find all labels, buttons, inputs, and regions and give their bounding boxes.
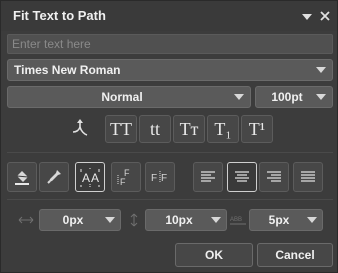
small-caps-button[interactable]: Tт xyxy=(173,115,205,143)
chevron-down-icon xyxy=(316,67,326,73)
panel-menu-icon[interactable] xyxy=(301,10,313,22)
font-size-value: 100pt xyxy=(271,90,303,104)
align-justify-icon xyxy=(300,170,316,184)
align-center-icon xyxy=(234,170,250,184)
svg-text:F: F xyxy=(161,173,167,184)
align-justify-button[interactable] xyxy=(293,162,323,192)
divider xyxy=(7,199,333,200)
fill-color-button[interactable] xyxy=(7,162,37,192)
fit-text-to-path-panel: Fit Text to Path Enter text here Times N… xyxy=(0,0,338,273)
subscript-button[interactable]: T₁ xyxy=(207,115,239,143)
superscript-button[interactable]: T¹ xyxy=(241,115,273,143)
line-spacing-button[interactable]: F F xyxy=(111,162,141,192)
text-input-placeholder: Enter text here xyxy=(12,37,91,51)
flip-on-path-icon[interactable] xyxy=(69,117,91,139)
superscript-label: T¹ xyxy=(248,118,266,139)
all-caps-label: TT xyxy=(110,118,132,139)
chevron-down-icon xyxy=(211,217,221,223)
cancel-button[interactable]: Cancel xyxy=(257,243,333,267)
chevron-down-icon xyxy=(105,217,115,223)
align-center-button[interactable] xyxy=(227,162,257,192)
title-bar: Fit Text to Path xyxy=(1,1,337,31)
chevron-down-icon xyxy=(307,217,317,223)
align-right-button[interactable] xyxy=(259,162,289,192)
letter-spacing-icon: A A xyxy=(79,166,101,188)
line-spacing-icon: F F xyxy=(115,166,137,188)
chevron-down-icon xyxy=(234,94,244,100)
horizontal-offset-icon xyxy=(17,213,35,227)
stroke-color-button[interactable] xyxy=(39,162,69,192)
kerning-icon: F F xyxy=(149,166,171,188)
svg-text:F: F xyxy=(151,173,157,184)
ok-label: OK xyxy=(205,248,223,262)
chevron-down-icon xyxy=(316,94,326,100)
vertical-offset-field[interactable]: 10px xyxy=(145,209,227,231)
subscript-label: T₁ xyxy=(214,118,232,139)
letter-spacing-button[interactable]: A A xyxy=(75,162,105,192)
font-family-select[interactable]: Times New Roman xyxy=(7,59,333,81)
font-style-select[interactable]: Normal xyxy=(7,86,251,108)
svg-text:F: F xyxy=(120,177,126,187)
horizontal-offset-field[interactable]: 0px xyxy=(39,209,121,231)
svg-text:A: A xyxy=(82,171,90,185)
letter-spacing-field[interactable]: 5px xyxy=(249,209,323,231)
all-caps-button[interactable]: TT xyxy=(105,115,137,143)
ok-button[interactable]: OK xyxy=(175,243,253,267)
align-left-button[interactable] xyxy=(193,162,223,192)
svg-text:A: A xyxy=(91,171,99,185)
letter-spacing-value: 5px xyxy=(268,213,290,227)
eyedropper-icon xyxy=(45,168,63,186)
close-icon[interactable] xyxy=(319,9,331,21)
small-caps-label: Tт xyxy=(179,118,199,139)
font-size-select[interactable]: 100pt xyxy=(255,86,333,108)
divider xyxy=(7,152,333,153)
horizontal-offset-value: 0px xyxy=(62,213,84,227)
letter-spacing-field-icon: ABB xyxy=(229,213,247,227)
kerning-button[interactable]: F F xyxy=(145,162,175,192)
lowercase-button[interactable]: tt xyxy=(139,115,171,143)
paint-bucket-icon xyxy=(13,168,31,186)
text-input[interactable]: Enter text here xyxy=(7,34,333,54)
vertical-offset-value: 10px xyxy=(165,213,193,227)
align-left-icon xyxy=(200,170,216,184)
lowercase-label: tt xyxy=(149,118,160,139)
svg-text:ABB: ABB xyxy=(230,217,242,223)
align-right-icon xyxy=(266,170,282,184)
font-family-value: Times New Roman xyxy=(14,63,121,77)
panel-title: Fit Text to Path xyxy=(13,8,106,23)
font-style-value: Normal xyxy=(101,90,143,104)
cancel-label: Cancel xyxy=(275,248,315,262)
vertical-offset-icon xyxy=(125,213,143,227)
